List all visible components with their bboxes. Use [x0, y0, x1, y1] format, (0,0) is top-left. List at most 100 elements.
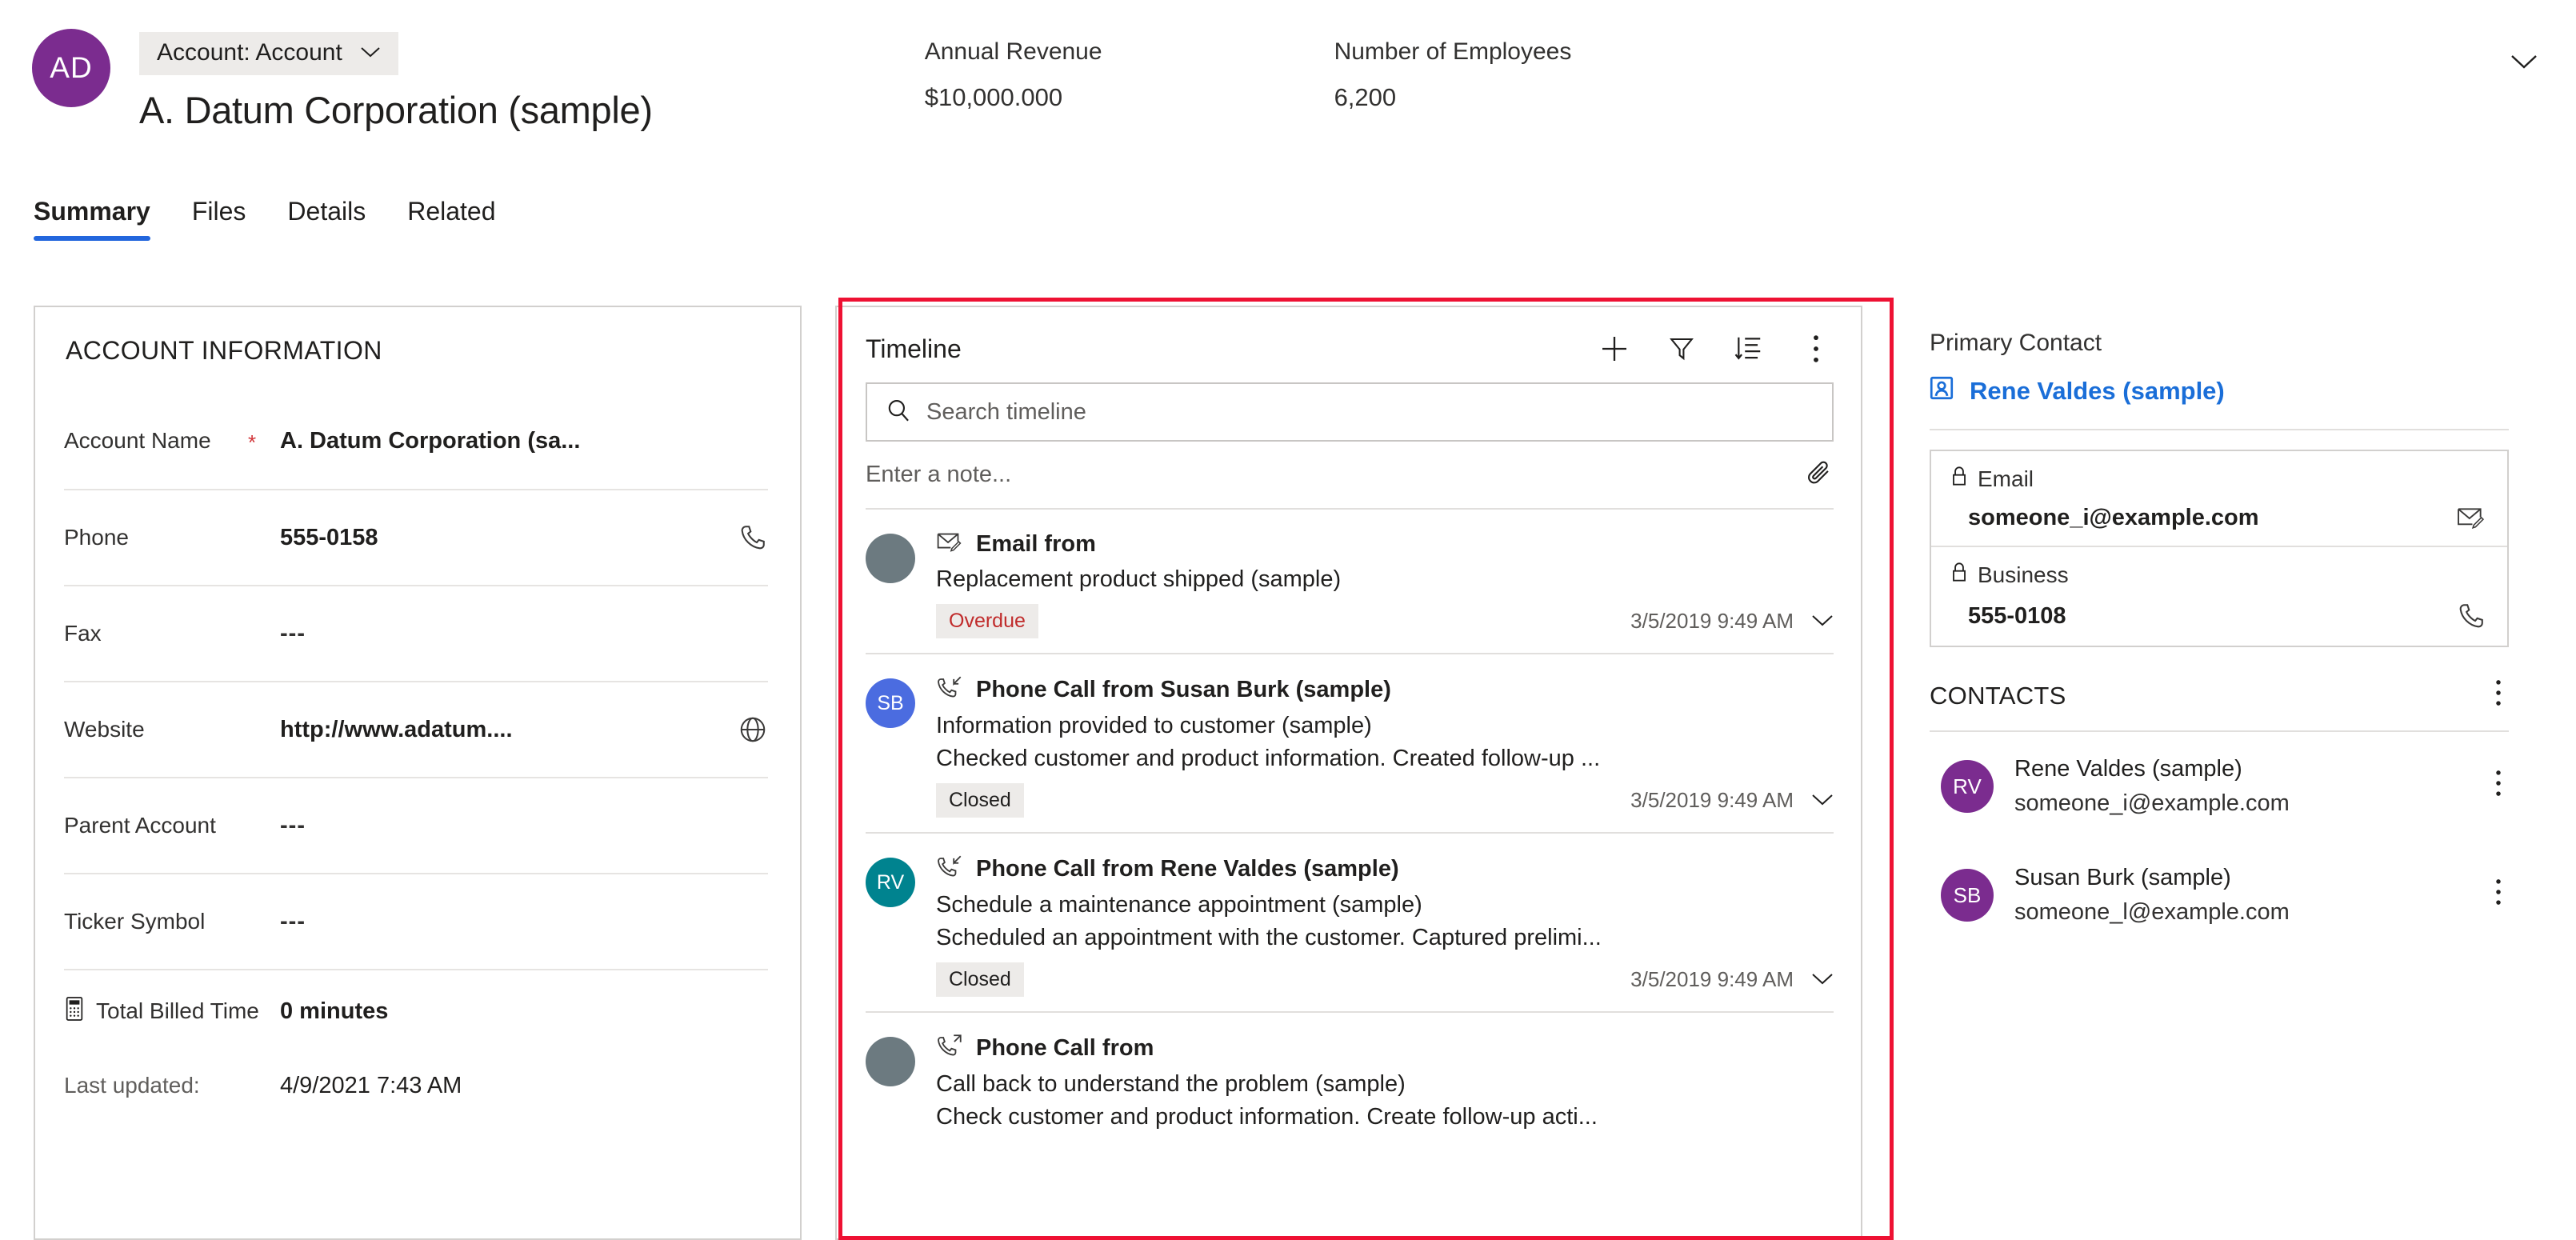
header-stat-number-of-employees: Number of Employees 6,200: [1334, 38, 1572, 112]
timeline-item-type: Email from: [976, 531, 1096, 557]
contact-name: Rene Valdes (sample): [2014, 756, 2242, 782]
required-marker: [248, 728, 280, 731]
timeline-item-time-group: 3/5/2019 9:49 AM: [1630, 967, 1834, 992]
field-account-name[interactable]: Account Name * A. Datum Corporation (sa.…: [64, 393, 768, 489]
field-phone[interactable]: Phone 555-0158: [64, 489, 768, 585]
field-label: Last updated:: [64, 1073, 200, 1098]
more-options-icon[interactable]: [2488, 770, 2509, 803]
tab-related[interactable]: Related: [407, 197, 495, 241]
timeline-card: Timeline Search timeline Enter a note...…: [835, 306, 1862, 1240]
timeline-item-subject: Call back to understand the problem (sam…: [936, 1071, 1406, 1097]
contact-email: someone_l@example.com: [2014, 899, 2290, 925]
paperclip-icon[interactable]: [1806, 459, 1834, 490]
field-label: Fax: [64, 621, 102, 646]
timeline-item-footer: Closed 3/5/2019 9:49 AM: [936, 783, 1834, 818]
primary-contact-label: Primary Contact: [1930, 330, 2102, 356]
timeline-note-composer[interactable]: [866, 459, 1834, 510]
field-label: Total Billed Time: [96, 998, 259, 1023]
timeline-item-subject: Information provided to customer (sample…: [936, 713, 1372, 738]
avatar: RV: [866, 858, 915, 907]
contact-card-icon: [1928, 374, 1955, 408]
required-marker: [248, 632, 280, 635]
email-icon[interactable]: [2456, 506, 2486, 531]
primary-contact-card: Primary Contact Rene Valdes (sample) Ema…: [1896, 306, 2542, 950]
section-title: ACCOUNT INFORMATION: [66, 336, 382, 365]
filter-icon[interactable]: [1664, 331, 1699, 366]
timeline-search[interactable]: [866, 382, 1834, 442]
timeline-item[interactable]: SB Phone Call from Susan Burk (sample) I…: [866, 654, 1834, 834]
page-title: A. Datum Corporation (sample): [139, 89, 653, 131]
contact-field-label: Email: [1978, 466, 2034, 491]
contact-field-label-group: Email: [1950, 466, 2486, 492]
contact-field-business-phone[interactable]: Business 555-0108: [1931, 546, 2507, 646]
account-record-page: AD Account: Account A. Datum Corporation…: [0, 0, 2576, 1240]
contact-field-value-row: someone_i@example.com: [1950, 505, 2486, 531]
list-item[interactable]: RV Rene Valdes (sample) someone_i@exampl…: [1896, 732, 2542, 841]
field-value: A. Datum Corporation (sa...: [280, 427, 581, 454]
more-options-icon[interactable]: [2488, 679, 2509, 713]
field-ticker-symbol[interactable]: Ticker Symbol ---: [64, 873, 768, 969]
timeline-item[interactable]: Phone Call from Call back to understand …: [866, 1013, 1834, 1145]
search-input[interactable]: [926, 398, 1814, 426]
field-fax[interactable]: Fax ---: [64, 585, 768, 681]
add-icon[interactable]: [1597, 331, 1632, 366]
timeline-item-type: Phone Call from: [976, 1035, 1154, 1061]
contacts-section-header: CONTACTS: [1896, 647, 2542, 713]
chevron-down-icon[interactable]: [1811, 969, 1834, 991]
list-item[interactable]: SB Susan Burk (sample) someone_l@example…: [1896, 841, 2542, 950]
primary-contact-name: Rene Valdes (sample): [1970, 377, 2225, 405]
phone-icon[interactable]: [2456, 601, 2486, 631]
header-collapse-chevron-down-icon[interactable]: [2504, 42, 2544, 82]
contact-field-label: Business: [1978, 562, 2069, 587]
timeline-item-headline: Phone Call from Susan Burk (sample): [936, 675, 1834, 705]
phone-icon[interactable]: [726, 522, 768, 553]
timeline-item[interactable]: RV Phone Call from Rene Valdes (sample): [866, 834, 1834, 1013]
timeline-item-headline: Email from: [936, 530, 1834, 558]
field-label-with-icon: Total Billed Time: [64, 996, 280, 1027]
tab-files[interactable]: Files: [192, 197, 246, 241]
chevron-down-icon[interactable]: [1811, 610, 1834, 633]
more-options-icon[interactable]: [1798, 331, 1834, 366]
entity-type-selector[interactable]: Account: Account: [139, 32, 398, 75]
primary-contact-link[interactable]: Rene Valdes (sample): [1896, 357, 2542, 408]
timeline-item-footer: Closed 3/5/2019 9:49 AM: [936, 962, 1834, 997]
field-label: Website: [64, 717, 145, 742]
timeline-item[interactable]: Email from Replacement product shipped (…: [866, 510, 1834, 654]
field-label: Phone: [64, 525, 129, 550]
timeline-item-headline: Phone Call from Rene Valdes (sample): [936, 854, 1834, 884]
avatar: [866, 534, 915, 583]
contact-field-value-row: 555-0108: [1950, 601, 2486, 631]
primary-contact-fields: Email someone_i@example.com Business 555…: [1930, 450, 2509, 647]
field-value: http://www.adatum....: [280, 716, 513, 742]
account-fields: Account Name * A. Datum Corporation (sa.…: [35, 393, 800, 1119]
note-input[interactable]: [866, 462, 1806, 488]
tab-details[interactable]: Details: [287, 197, 366, 241]
chevron-down-icon[interactable]: [1811, 790, 1834, 812]
timeline-list: Email from Replacement product shipped (…: [837, 510, 1861, 1238]
timeline-item-body: Phone Call from Susan Burk (sample) Info…: [936, 675, 1834, 818]
status-badge: Closed: [936, 783, 1024, 818]
globe-icon[interactable]: [726, 714, 768, 745]
header-stat-label: Number of Employees: [1334, 38, 1572, 65]
field-label: Parent Account: [64, 813, 216, 838]
sort-icon[interactable]: [1731, 331, 1766, 366]
required-marker: [248, 536, 280, 539]
header-stat-label: Annual Revenue: [924, 38, 1102, 65]
timeline-item-description: Checked customer and product information…: [936, 746, 1601, 771]
field-label: Account Name: [64, 428, 211, 453]
timestamp: 3/5/2019 9:49 AM: [1630, 967, 1794, 991]
contact-info: Susan Burk (sample) someone_l@example.co…: [2014, 865, 2488, 926]
timeline-item-description: Scheduled an appointment with the custom…: [936, 925, 1602, 950]
more-options-icon[interactable]: [2488, 878, 2509, 912]
phone-incoming-icon: [936, 675, 963, 705]
tab-summary[interactable]: Summary: [34, 197, 150, 241]
contact-field-value: 555-0108: [1968, 602, 2066, 629]
field-website[interactable]: Website http://www.adatum....: [64, 681, 768, 777]
record-header: AD Account: Account A. Datum Corporation…: [0, 0, 2576, 192]
contact-email: someone_i@example.com: [2014, 790, 2290, 816]
contacts-title: CONTACTS: [1930, 682, 2066, 710]
contact-field-email[interactable]: Email someone_i@example.com: [1931, 451, 2507, 546]
timeline-item-subject: Schedule a maintenance appointment (samp…: [936, 892, 1422, 918]
search-icon: [885, 397, 912, 428]
field-parent-account[interactable]: Parent Account ---: [64, 777, 768, 873]
